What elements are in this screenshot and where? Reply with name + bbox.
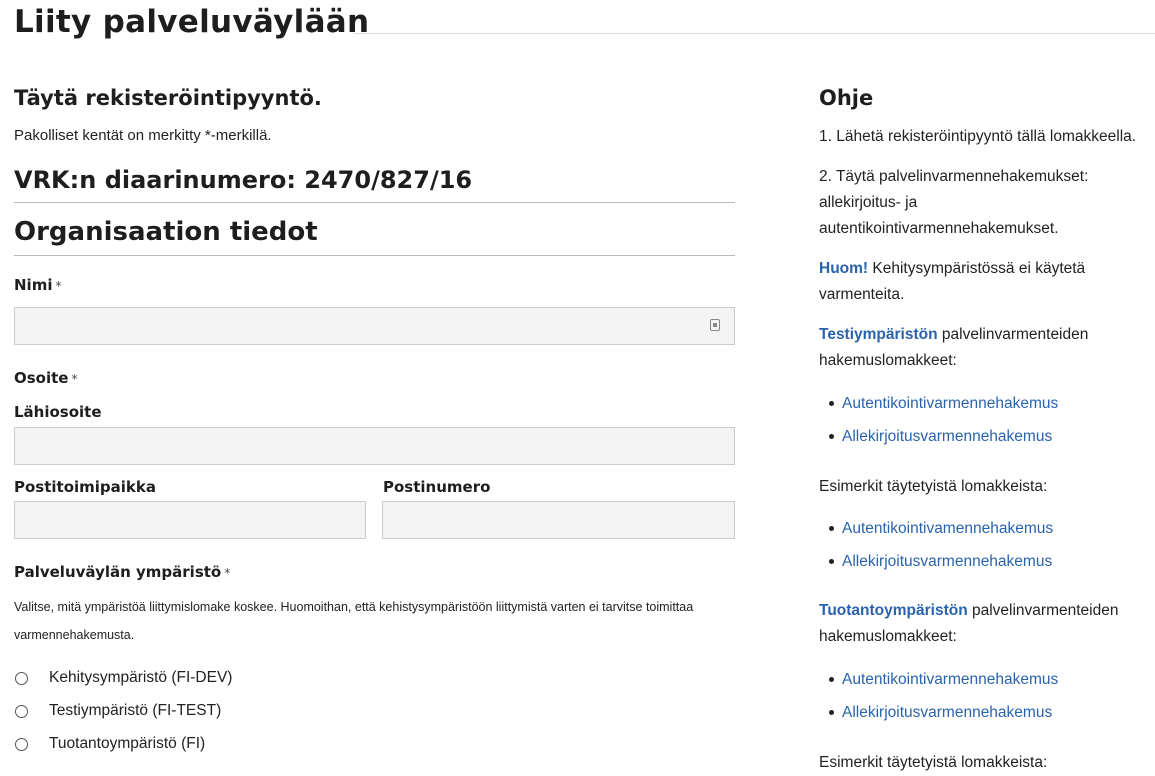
form-heading: Täytä rekisteröintipyyntö. [14,86,322,110]
test-env-links: Autentikointivarmennehakemus Allekirjoit… [819,393,1058,459]
prod-sign-cert-link[interactable]: Allekirjoitusvarmennehakemus [842,704,1052,721]
dev-note: Huom! Kehitysympäristössä ei käytetä var… [819,256,1139,308]
radio-button[interactable] [15,671,28,685]
street-input[interactable] [14,427,735,465]
test-env-link[interactable]: Testiympäristön [819,326,938,343]
title-divider [354,33,1155,34]
page-title: Liity palveluväylään [14,4,370,40]
note-link[interactable]: Huom! [819,260,868,277]
prod-env-link[interactable]: Tuotantoympäristön [819,602,968,619]
test-auth-cert-link[interactable]: Autentikointivarmennehakemus [842,395,1058,412]
name-input[interactable] [14,307,735,345]
environment-option-label: Kehitysympäristö (FI-DEV) [49,669,233,686]
address-label: Osoite * [14,369,77,387]
list-item: Allekirjoitusvarmennehakemus [819,426,1058,459]
environment-option-label: Tuotantoympäristö (FI) [49,735,206,752]
address-label-text: Osoite [14,369,69,387]
section-title: Organisaation tiedot [14,217,318,247]
example-sign-cert-link[interactable]: Allekirjoitusvarmennehakemus [842,553,1052,570]
diary-number: VRK:n diaarinumero: 2470/827/16 [14,166,473,194]
prod-env-intro: Tuotantoympäristön palvelinvarmenteiden … [819,598,1139,650]
list-item: Allekirjoitusvarmennehakemus [819,551,1053,584]
street-label: Lähiosoite [14,403,102,421]
environment-option-dev[interactable]: Kehitysympäristö (FI-DEV) [14,667,232,689]
prod-auth-cert-link[interactable]: Autentikointivarmennehakemus [842,671,1058,688]
city-label: Postitoimipaikka [14,478,157,496]
list-item: Autentikointivarmennehakemus [819,669,1058,702]
postal-code-label: Postinumero [383,478,491,496]
required-marker: * [71,372,78,386]
page-header: Liity palveluväylään [14,0,1155,50]
sidebar-title: Ohje [819,86,874,110]
radio-button[interactable] [15,704,28,718]
test-env-intro: Testiympäristön palvelinvarmenteiden hak… [819,322,1139,374]
name-label-text: Nimi [14,276,53,294]
section-divider [14,255,735,256]
autofill-contact-icon[interactable] [710,319,720,331]
step-1-text: 1. Lähetä rekisteröintipyyntö tällä loma… [819,128,1137,145]
list-item: Autentikointivarmennehakemus [819,393,1058,426]
environment-label-text: Palveluväylän ympäristö [14,563,222,581]
example-links: Autentikointivamennehakemus Allekirjoitu… [819,518,1053,584]
postal-code-input[interactable] [382,501,735,539]
examples-text-2: Esimerkit täytetyistä lomakkeista: [819,754,1048,771]
environment-help-text: Valitse, mitä ympäristöä liittymislomake… [14,600,694,642]
environment-option-prod[interactable]: Tuotantoympäristö (FI) [14,733,205,755]
test-sign-cert-link[interactable]: Allekirjoitusvarmennehakemus [842,428,1052,445]
prod-env-links: Autentikointivarmennehakemus Allekirjoit… [819,669,1058,735]
environment-option-test[interactable]: Testiympäristö (FI-TEST) [14,700,221,722]
radio-button[interactable] [15,737,28,751]
name-label: Nimi * [14,276,61,294]
required-marker: * [224,566,231,580]
required-marker: * [55,279,62,293]
city-input[interactable] [14,501,366,539]
list-item: Autentikointivamennehakemus [819,518,1053,551]
example-auth-cert-link[interactable]: Autentikointivamennehakemus [842,520,1053,537]
environment-option-label: Testiympäristö (FI-TEST) [49,702,222,719]
required-note: Pakolliset kentät on merkitty *-merkillä… [14,127,272,144]
step-2-text: 2. Täytä palvelinvarmennehakemukset: all… [819,168,1089,237]
list-item: Allekirjoitusvarmennehakemus [819,702,1058,735]
section-divider [14,202,735,203]
environment-label: Palveluväylän ympäristö * [14,563,230,581]
examples-text: Esimerkit täytetyistä lomakkeista: [819,478,1048,495]
